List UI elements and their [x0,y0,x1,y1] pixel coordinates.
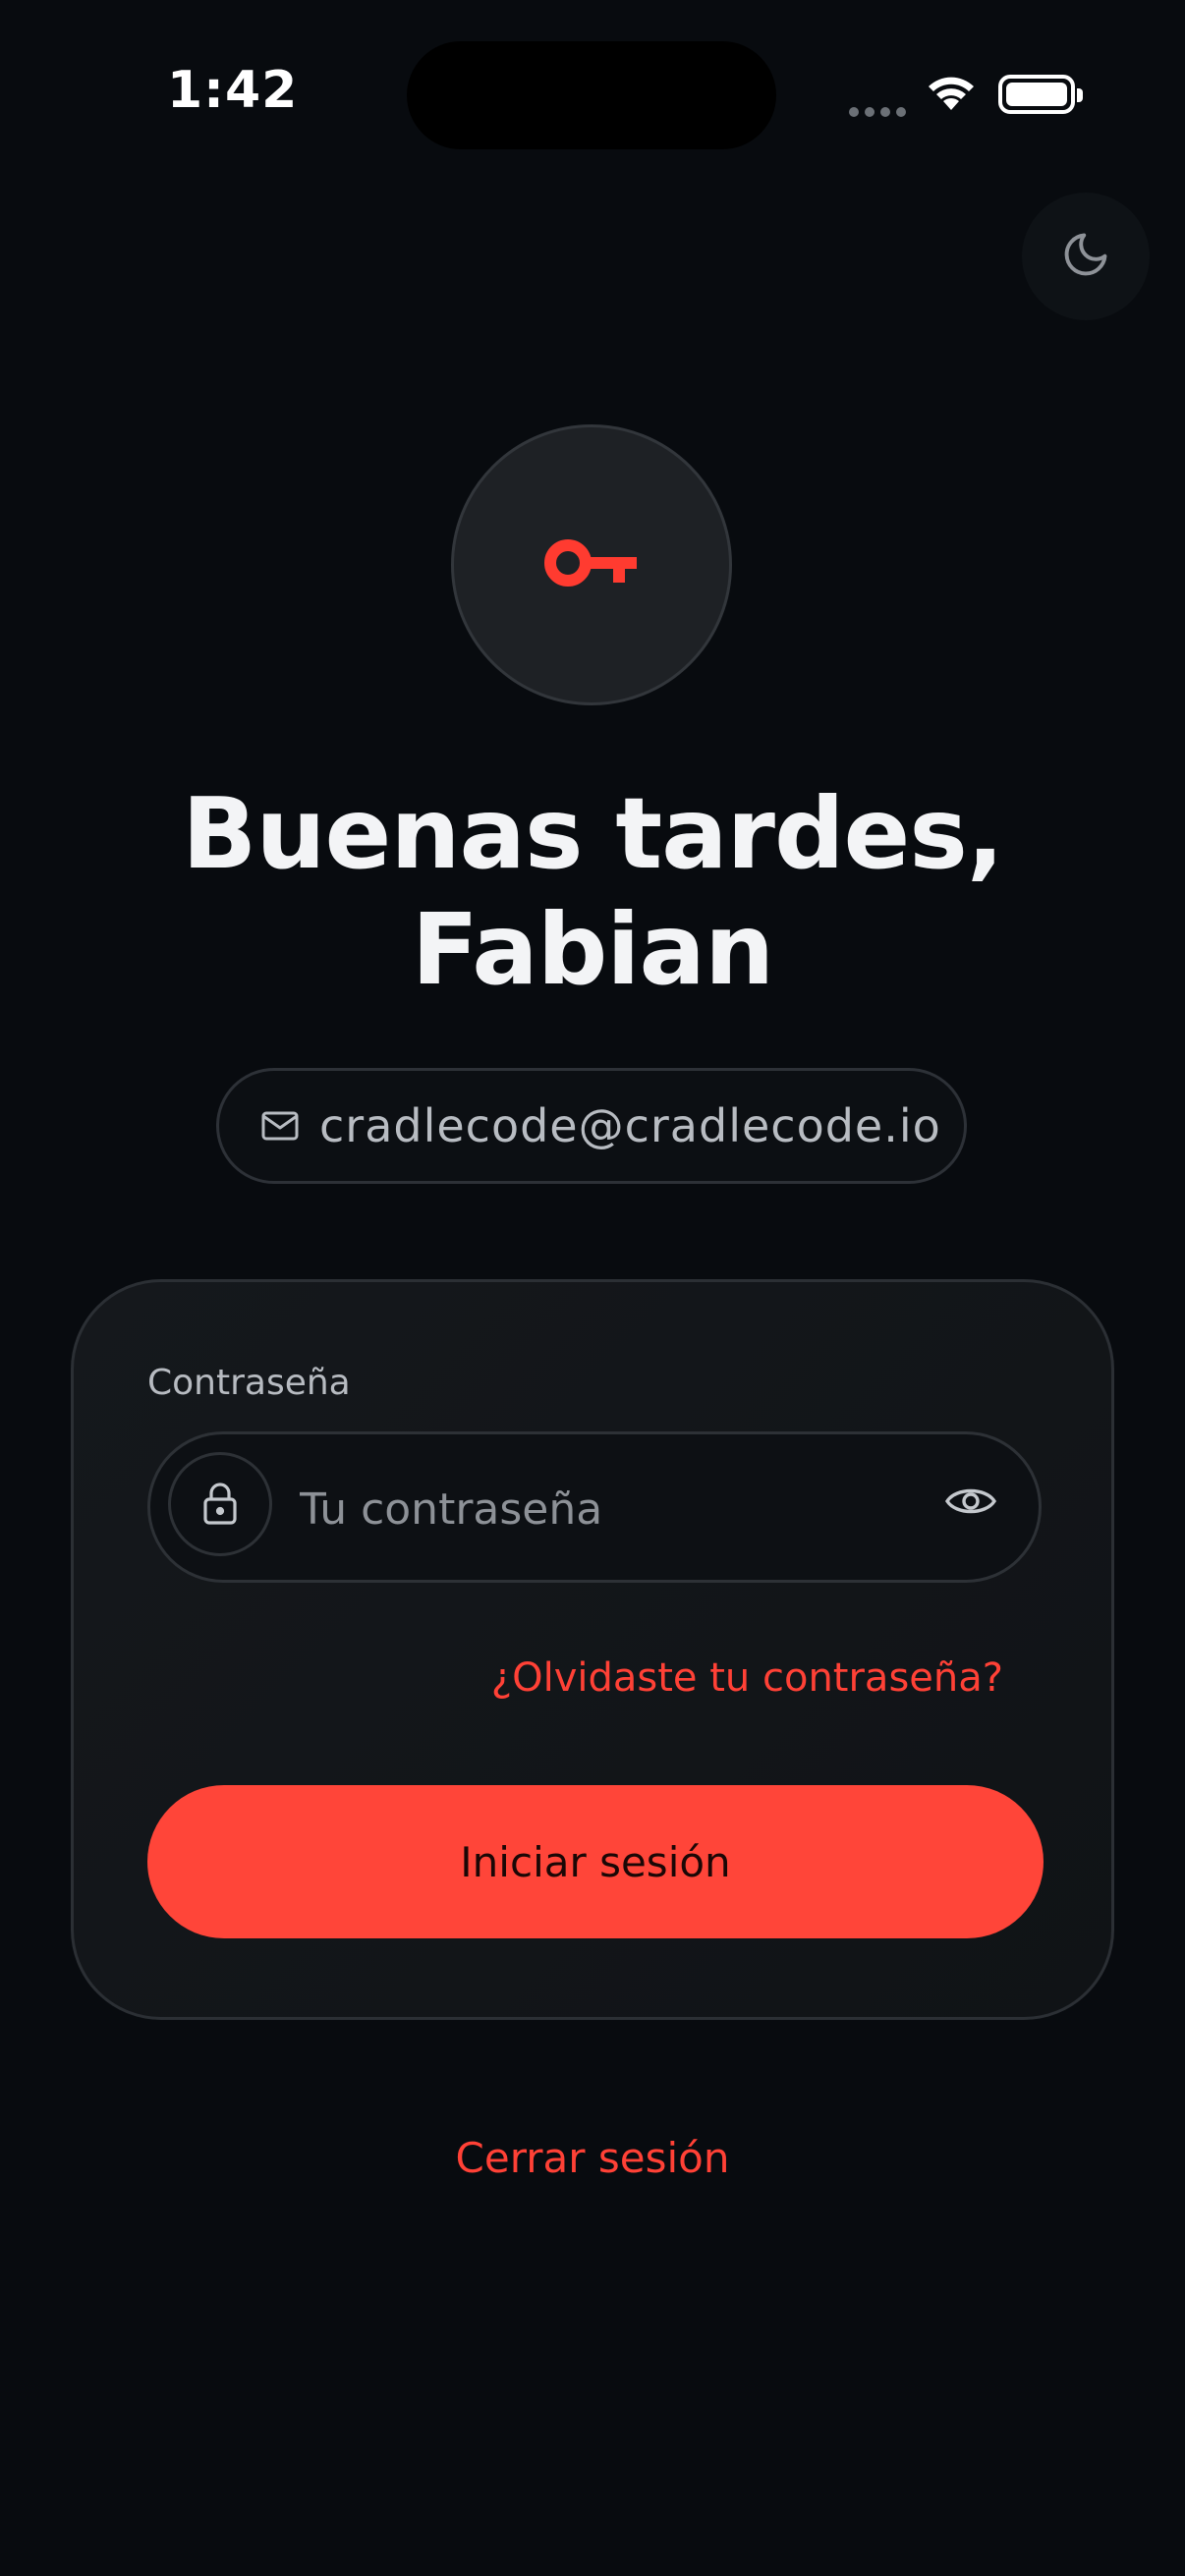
wifi-icon [924,71,979,118]
lock-icon [168,1452,272,1556]
dynamic-island [407,41,776,149]
password-field[interactable] [147,1431,1042,1583]
mail-icon [260,1110,300,1142]
login-button[interactable]: Iniciar sesión [147,1785,1044,1938]
forgot-password-link[interactable]: ¿Olvidaste tu contraseña? [491,1655,1003,1701]
status-bar: 1:42 [0,0,1185,196]
battery-icon [998,75,1083,114]
password-label: Contraseña [147,1363,351,1403]
account-email: cradlecode@cradlecode.io [319,1099,941,1152]
cellular-signal-icon [849,102,912,121]
moon-icon [1060,229,1111,284]
status-time: 1:42 [167,61,299,120]
theme-toggle-button[interactable] [1022,193,1150,320]
password-input[interactable] [298,1464,891,1554]
greeting-line-2: Fabian [411,892,774,1007]
account-email-chip: cradlecode@cradlecode.io [216,1068,967,1184]
eye-icon[interactable] [944,1484,997,1519]
logout-link[interactable]: Cerrar sesión [0,2134,1185,2182]
key-avatar [451,424,732,705]
login-card: Contraseña ¿Olvidaste tu contraseña? Ini… [71,1279,1114,2020]
greeting-line-1: Buenas tardes, [182,776,1004,891]
key-icon [542,533,641,596]
greeting-title: Buenas tardes, Fabian [0,776,1185,1008]
